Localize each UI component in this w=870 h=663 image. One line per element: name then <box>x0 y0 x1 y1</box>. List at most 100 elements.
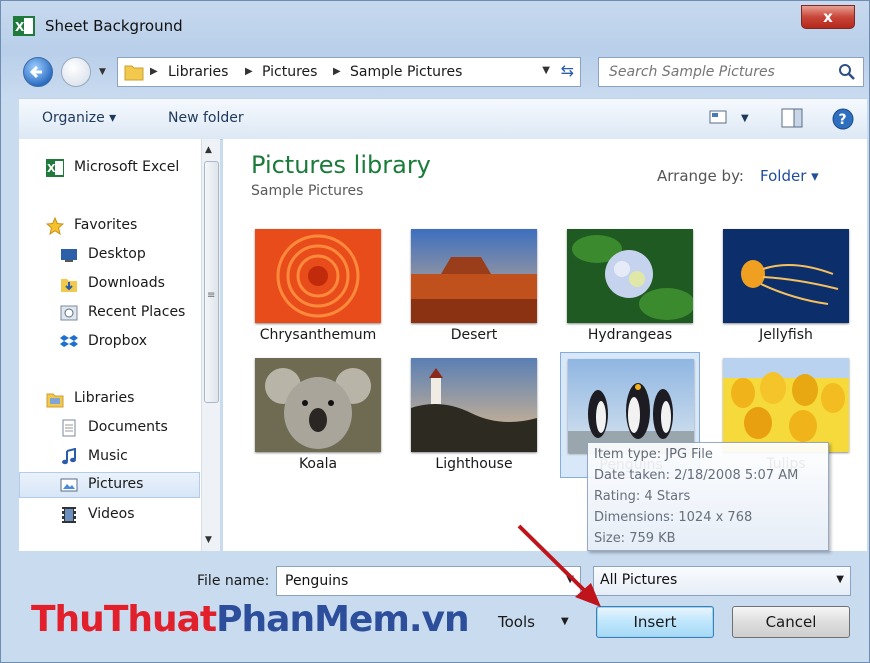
nav-item-label: Libraries <box>74 390 135 406</box>
nav-item-dropbox[interactable]: Dropbox <box>19 329 199 355</box>
breadcrumb-separator-icon[interactable]: ▶ <box>333 66 341 77</box>
nav-item-music[interactable]: Music <box>19 444 199 470</box>
nav-item-label: Recent Places <box>88 304 186 320</box>
nav-item-label: Desktop <box>88 246 146 262</box>
scrollbar-thumb[interactable]: ≡ <box>204 161 219 403</box>
breadcrumb-sample-pictures[interactable]: Sample Pictures <box>350 64 462 80</box>
grip-icon: ≡ <box>207 290 216 301</box>
file-view: Pictures library Sample Pictures Arrange… <box>223 139 867 551</box>
cancel-button[interactable]: Cancel <box>732 606 850 638</box>
nav-item-label: Pictures <box>88 476 144 492</box>
nav-item-downloads[interactable]: Downloads <box>19 271 199 297</box>
file-type-select[interactable]: All Pictures ▼ <box>593 566 851 596</box>
file-tile[interactable]: Desert <box>404 229 544 355</box>
nav-item-label: Music <box>88 448 128 464</box>
recent-places-icon <box>60 305 78 321</box>
arrange-by-label: Arrange by: <box>657 167 744 185</box>
tooltip-size: Size: 759 KB <box>594 531 676 546</box>
nav-item-label: Downloads <box>88 275 165 291</box>
file-label: Jellyfish <box>759 327 813 343</box>
nav-pane-scrollbar[interactable]: ▲ ≡ ▼ <box>201 139 220 551</box>
file-tile[interactable]: Chrysanthemum <box>248 229 388 355</box>
nav-item-pictures[interactable]: Pictures <box>19 472 200 498</box>
search-icon[interactable] <box>837 62 857 82</box>
view-options-icon[interactable] <box>709 108 729 126</box>
breadcrumb-separator-icon[interactable]: ▶ <box>245 66 253 77</box>
file-type-value: All Pictures <box>600 572 678 588</box>
file-label: Lighthouse <box>435 456 513 472</box>
nav-item-label: Favorites <box>74 217 138 233</box>
file-name-label: File name: <box>197 573 270 589</box>
svg-text:X: X <box>15 20 25 34</box>
file-name-dropdown-icon[interactable]: ▼ <box>566 574 574 585</box>
library-subtitle: Sample Pictures <box>251 183 364 199</box>
breadcrumb-separator-icon[interactable]: ▶ <box>150 66 158 77</box>
nav-favorites[interactable]: Favorites <box>19 213 199 239</box>
new-folder-button[interactable]: New folder <box>168 110 244 126</box>
command-toolbar: Organize ▾ New folder ▼ ? <box>19 98 867 140</box>
preview-pane-icon[interactable] <box>781 108 803 128</box>
watermark-part-1: ThuThuat <box>31 599 217 640</box>
tooltip-item-type: Item type: JPG File <box>594 447 713 462</box>
desert-thumbnail <box>411 229 537 323</box>
window-title: Sheet Background <box>45 17 183 35</box>
svg-text:?: ? <box>839 112 847 128</box>
library-title: Pictures library <box>251 151 431 179</box>
file-name-combo[interactable]: ▼ <box>276 566 581 596</box>
excel-icon: X <box>13 16 35 36</box>
file-tile[interactable]: Jellyfish <box>716 229 856 355</box>
back-arrow-icon <box>29 65 42 79</box>
file-tile[interactable]: Lighthouse <box>404 358 544 484</box>
nav-item-desktop[interactable]: Desktop <box>19 242 199 268</box>
nav-libraries[interactable]: Libraries <box>19 386 199 412</box>
address-bar[interactable]: ▶ Libraries ▶ Pictures ▶ Sample Pictures… <box>117 57 581 87</box>
refresh-icon[interactable]: ⇆ <box>561 61 574 80</box>
search-input[interactable] <box>607 63 831 81</box>
close-button[interactable]: x <box>801 5 855 29</box>
documents-icon <box>62 419 76 437</box>
watermark-logo: ThuThuatPhanMem.vn <box>31 599 470 640</box>
nav-item-label: Dropbox <box>88 333 147 349</box>
file-type-dropdown-icon[interactable]: ▼ <box>836 574 844 585</box>
scroll-up-icon[interactable]: ▲ <box>205 145 212 155</box>
nav-item-label: Videos <box>88 506 135 522</box>
file-name-input[interactable] <box>283 572 547 590</box>
title-bar: X Sheet Background x <box>1 1 869 45</box>
help-icon[interactable]: ? <box>831 107 855 131</box>
lighthouse-thumbnail <box>411 358 537 452</box>
nav-item-videos[interactable]: Videos <box>19 502 199 528</box>
arrange-by-dropdown[interactable]: Folder ▾ <box>760 167 819 185</box>
forward-button[interactable] <box>61 57 91 87</box>
file-tile[interactable]: Koala <box>248 358 388 484</box>
svg-text:X: X <box>47 162 56 175</box>
back-button[interactable] <box>23 57 53 87</box>
recent-pages-dropdown-icon[interactable]: ▼ <box>99 67 106 77</box>
chrysanthemum-thumbnail <box>255 229 381 323</box>
search-box[interactable] <box>598 57 864 87</box>
address-dropdown-icon[interactable]: ▼ <box>542 65 550 76</box>
downloads-icon <box>61 279 77 292</box>
tooltip-dimensions: Dimensions: 1024 x 768 <box>594 510 753 525</box>
file-tile[interactable]: Hydrangeas <box>560 229 700 355</box>
folder-icon <box>124 65 144 81</box>
file-label: Chrysanthemum <box>259 327 377 343</box>
libraries-icon <box>46 393 64 408</box>
watermark-part-2: PhanMem.vn <box>216 599 469 640</box>
insert-button[interactable]: Insert <box>596 606 714 638</box>
navigation-pane: X Microsoft Excel Favorites Desktop Down… <box>19 139 220 551</box>
nav-item-documents[interactable]: Documents <box>19 415 199 441</box>
nav-item-recent-places[interactable]: Recent Places <box>19 300 199 326</box>
pictures-icon <box>60 478 78 492</box>
breadcrumb-pictures[interactable]: Pictures <box>262 64 317 80</box>
view-dropdown-icon[interactable]: ▼ <box>741 113 749 124</box>
tools-menu[interactable]: Tools <box>498 613 535 631</box>
star-icon <box>46 217 64 235</box>
scroll-down-icon[interactable]: ▼ <box>205 535 212 545</box>
tooltip-date-taken: Date taken: 2/18/2008 5:07 AM <box>594 468 799 483</box>
tools-dropdown-icon[interactable]: ▼ <box>561 616 569 627</box>
organize-menu[interactable]: Organize ▾ <box>42 110 116 126</box>
file-label: Koala <box>298 456 338 472</box>
nav-microsoft-excel[interactable]: X Microsoft Excel <box>19 155 199 181</box>
nav-item-label: Documents <box>88 419 168 435</box>
breadcrumb-libraries[interactable]: Libraries <box>168 64 228 80</box>
